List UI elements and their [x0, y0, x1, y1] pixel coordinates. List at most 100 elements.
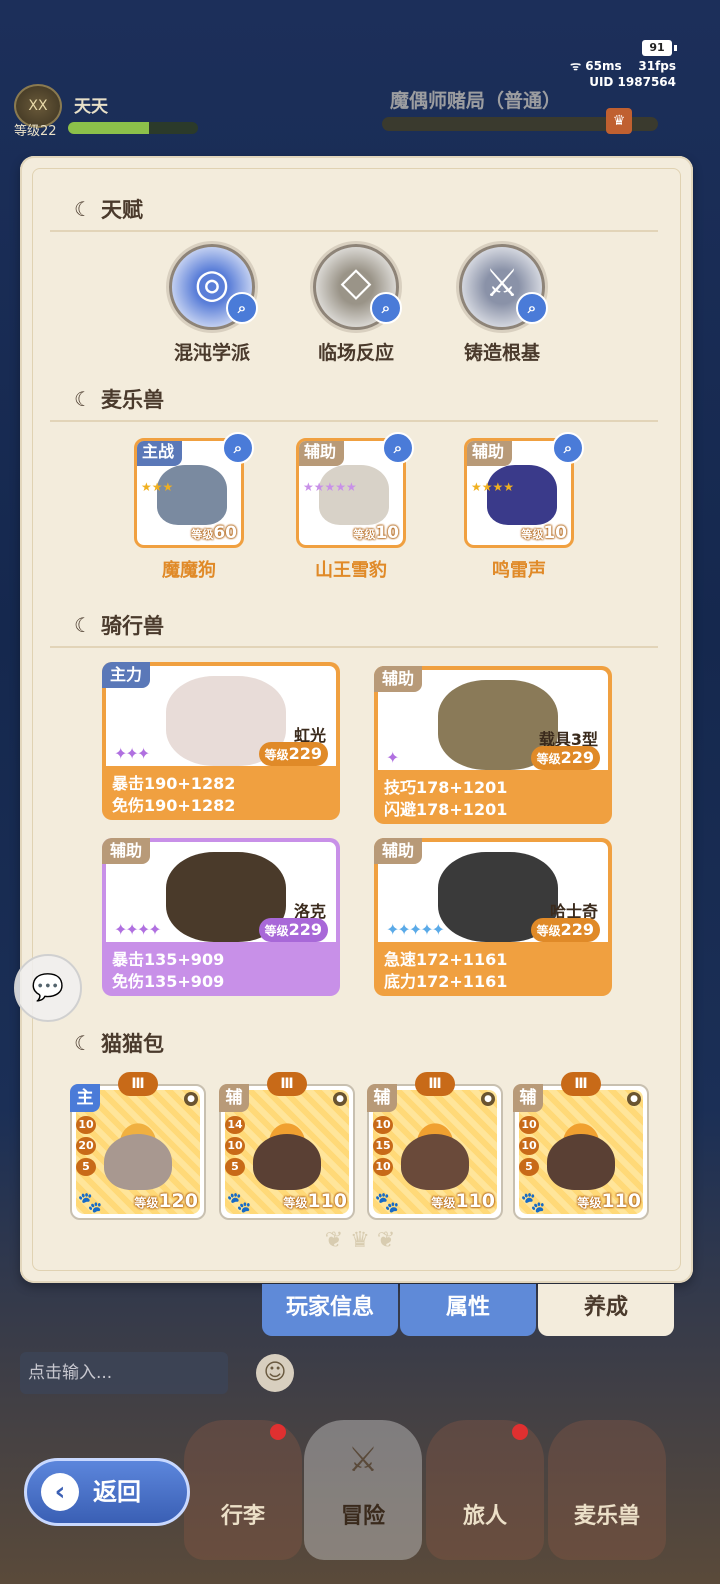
tab-attributes[interactable]: 属性: [400, 1284, 536, 1336]
mount-stars: ✦✦✦: [114, 744, 150, 763]
pet-art: [487, 465, 557, 525]
cat-rank-badge: Ⅲ: [267, 1072, 307, 1096]
tab-cultivation[interactable]: 养成: [538, 1284, 674, 1336]
mount-role-tag: 辅助: [374, 838, 423, 864]
mount-stat: 急速172+1161: [384, 950, 508, 969]
paw-icon: 🐾: [77, 1190, 103, 1214]
cat-role-tag: 主: [70, 1084, 100, 1112]
cat-art: [401, 1134, 469, 1190]
paw-icon: 🐾: [520, 1190, 546, 1214]
mount-stat: 免伤135+909: [112, 972, 225, 991]
cat-card-3[interactable]: Ⅲ 辅 ● 10 10 5 🐾 等级110: [513, 1072, 649, 1220]
mount-level: 等级229: [258, 742, 328, 766]
mount-stat: 底力172+1161: [384, 972, 508, 991]
search-icon[interactable]: ⌕: [382, 432, 414, 464]
search-icon[interactable]: ⌕: [552, 432, 584, 464]
player-level: 等级22: [14, 124, 57, 139]
back-arrow-icon: ‹: [41, 1473, 79, 1511]
mount-stars: ✦✦✦✦: [114, 920, 162, 939]
cat-art: [547, 1134, 615, 1190]
pet-level: 等级10: [521, 523, 567, 543]
talent-forge[interactable]: ⚔ ⌕ 铸造根基: [454, 244, 550, 365]
ornament-icon: ❦ ♛ ❦: [324, 1228, 396, 1253]
battery-indicator: 91: [642, 40, 677, 56]
section-title-talent: ☾ 天赋: [74, 194, 143, 224]
pet-level: 等级10: [353, 523, 399, 543]
mount-stat: 技巧178+1201: [384, 778, 508, 797]
chat-bubble-icon[interactable]: 💬: [14, 954, 82, 1022]
back-label: 返回: [93, 1478, 141, 1506]
ping-text: 65ms: [585, 59, 622, 73]
nav-adventure[interactable]: ⚔ 冒险: [304, 1420, 422, 1560]
search-icon[interactable]: ⌕: [370, 292, 402, 324]
wifi-icon: ᯤ: [570, 59, 586, 73]
notification-dot: [270, 1424, 286, 1440]
cat-level: 等级120: [134, 1190, 198, 1212]
cat-stat: 10: [76, 1116, 96, 1134]
cat-card-1[interactable]: Ⅲ 辅 ● 14 10 5 🐾 等级110: [219, 1072, 355, 1220]
player-xp-fill: [68, 122, 149, 134]
nav-traveler[interactable]: 旅人: [426, 1420, 544, 1560]
mount-stat: 闪避178+1201: [384, 800, 508, 819]
cat-rank-badge: Ⅲ: [118, 1072, 158, 1096]
pet-art: [157, 465, 227, 525]
cat-level: 等级110: [283, 1190, 347, 1212]
mount-role-tag: 主力: [102, 662, 151, 688]
cat-art: [253, 1134, 321, 1190]
pet-card-2[interactable]: ★★★★ 辅助 等级10 ⌕ 鸣雷声: [464, 432, 584, 582]
fps-text: 31fps: [638, 59, 676, 73]
lock-icon: ●: [184, 1092, 198, 1106]
nav-luggage[interactable]: 行李: [184, 1420, 302, 1560]
talent-label: 临场反应: [317, 342, 394, 364]
talent-reaction[interactable]: ◇ ⌕ 临场反应: [308, 244, 404, 365]
tab-player-info[interactable]: 玩家信息: [262, 1284, 398, 1336]
cat-stat-list: 10 10 5: [519, 1116, 541, 1179]
mount-level: 等级229: [530, 918, 600, 942]
pet-role-tag: 辅助: [467, 441, 513, 466]
emoji-icon[interactable]: ☺: [256, 1354, 294, 1392]
talent-label: 铸造根基: [463, 342, 540, 364]
mount-card-3[interactable]: 哈士奇 等级229 ✦✦✦✦✦ 辅助 急速172+1161 底力172+1161: [374, 838, 612, 996]
cat-role-tag: 辅: [367, 1084, 397, 1112]
search-icon[interactable]: ⌕: [516, 292, 548, 324]
search-icon[interactable]: ⌕: [222, 432, 254, 464]
nav-pets[interactable]: 麦乐兽: [548, 1420, 666, 1560]
section-label: 天赋: [101, 198, 143, 222]
back-button[interactable]: ‹ 返回: [24, 1458, 190, 1526]
cat-card-2[interactable]: Ⅲ 辅 ● 10 15 10 🐾 等级110: [367, 1072, 503, 1220]
lock-icon: ●: [481, 1092, 495, 1106]
mount-card-2[interactable]: 洛克 等级229 ✦✦✦✦ 辅助 暴击135+909 免伤135+909: [102, 838, 340, 996]
mount-level: 等级229: [530, 746, 600, 770]
chat-input[interactable]: 点击输入...: [20, 1352, 228, 1394]
cat-stat-list: 14 10 5: [225, 1116, 247, 1179]
search-icon[interactable]: ⌕: [226, 292, 258, 324]
cat-rank-badge: Ⅲ: [415, 1072, 455, 1096]
mount-stat: 暴击190+1282: [112, 774, 236, 793]
mount-card-0[interactable]: 虹光 等级229 ✦✦✦ 主力 暴击190+1282 免伤190+1282: [102, 662, 340, 820]
pet-art: [319, 465, 389, 525]
mount-card-1[interactable]: 载具3型 等级229 ✦ 辅助 技巧178+1201 闪避178+1201: [374, 666, 612, 824]
cat-level: 等级110: [431, 1190, 495, 1212]
pet-stars: ★★★★: [471, 480, 515, 494]
cat-level: 等级110: [577, 1190, 641, 1212]
pet-card-0[interactable]: ★★★ 主战 等级60 ⌕ 魔魔狗: [134, 432, 254, 582]
pet-role-tag: 主战: [137, 441, 183, 466]
talent-label: 混沌学派: [173, 342, 250, 364]
cat-rank-badge: Ⅲ: [561, 1072, 601, 1096]
talent-chaos[interactable]: ◎ ⌕ 混沌学派: [164, 244, 260, 365]
pet-stars: ★★★★★: [303, 480, 357, 494]
moon-icon: ☾: [74, 387, 92, 411]
mount-level: 等级229: [258, 918, 328, 942]
mount-role-tag: 辅助: [102, 838, 151, 864]
cat-stat: 5: [519, 1158, 539, 1176]
cat-role-tag: 辅: [219, 1084, 249, 1112]
player-xp-bar: [68, 122, 198, 134]
cat-stat: 10: [519, 1116, 539, 1134]
lock-icon: ●: [627, 1092, 641, 1106]
lock-icon: ●: [333, 1092, 347, 1106]
cat-stat: 20: [76, 1137, 96, 1155]
nav-label: 麦乐兽: [573, 1504, 640, 1529]
pet-card-1[interactable]: ★★★★★ 辅助 等级10 ⌕ 山王雪豹: [296, 432, 414, 582]
cat-stat: 10: [373, 1116, 393, 1134]
cat-card-0[interactable]: Ⅲ 主 ● 10 20 5 🐾 等级120: [70, 1072, 206, 1220]
